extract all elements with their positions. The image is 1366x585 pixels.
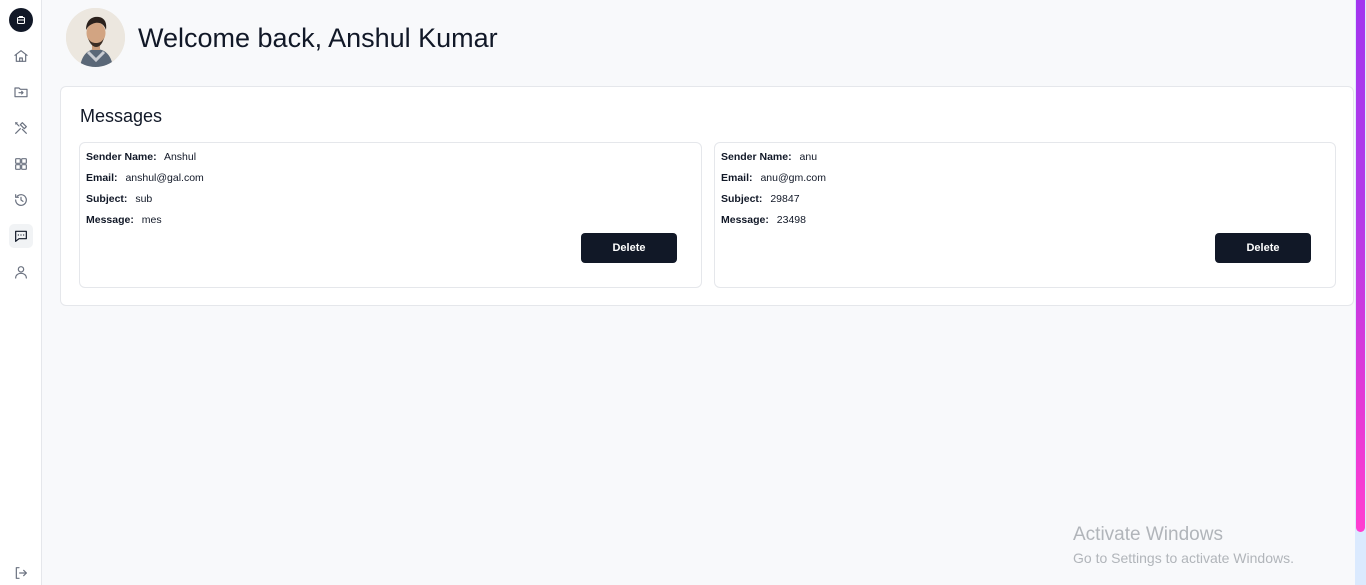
subject-value: sub	[135, 193, 153, 205]
activation-watermark: Activate Windows Go to Settings to activ…	[1073, 524, 1294, 566]
subject-row: Subject: sub	[86, 193, 152, 205]
sender-label: Sender Name:	[86, 151, 157, 163]
profile-photo	[66, 8, 125, 67]
brand-logo-icon[interactable]	[9, 8, 33, 32]
sidebar	[0, 0, 42, 585]
sender-row: Sender Name: Anshul	[86, 151, 196, 163]
email-label: Email:	[721, 172, 753, 184]
subject-row: Subject: 29847	[721, 193, 800, 205]
logout-icon	[15, 567, 27, 579]
scrollbar-thumb[interactable]	[1356, 0, 1365, 532]
subject-label: Subject:	[721, 193, 763, 205]
sidebar-item-projects[interactable]	[9, 80, 33, 104]
delete-button[interactable]: Delete	[1215, 233, 1311, 263]
sidebar-item-dashboard[interactable]	[9, 152, 33, 176]
home-icon	[14, 50, 28, 62]
message-icon	[15, 230, 27, 242]
message-value: mes	[141, 214, 162, 226]
email-row: Email: anshul@gal.com	[86, 172, 204, 184]
welcome-heading: Welcome back, Anshul Kumar	[138, 23, 498, 53]
folder-icon	[14, 87, 28, 98]
email-value: anshul@gal.com	[125, 172, 204, 184]
watermark-title: Activate Windows	[1073, 524, 1223, 545]
messages-panel: Messages Sender Name: Anshul Email: ansh…	[60, 86, 1354, 306]
message-row: Message: mes	[86, 214, 162, 226]
logout-button[interactable]	[9, 561, 33, 585]
sender-label: Sender Name:	[721, 151, 792, 163]
message-value: 23498	[776, 214, 806, 226]
sidebar-item-messages[interactable]	[9, 224, 33, 248]
message-label: Message:	[86, 214, 134, 226]
sidebar-item-profile[interactable]	[9, 260, 33, 284]
sidebar-item-home[interactable]	[9, 44, 33, 68]
email-row: Email: anu@gm.com	[721, 172, 826, 184]
subject-label: Subject:	[86, 193, 128, 205]
sidebar-item-history[interactable]	[9, 188, 33, 212]
subject-value: 29847	[770, 193, 800, 205]
email-label: Email:	[86, 172, 118, 184]
user-icon	[15, 266, 27, 279]
sidebar-item-tools[interactable]	[9, 116, 33, 140]
history-icon	[15, 194, 27, 206]
grid-icon	[15, 158, 27, 170]
message-row: Message: 23498	[721, 214, 806, 226]
message-card: Sender Name: anu Email: anu@gm.com Subje…	[714, 142, 1336, 288]
delete-button[interactable]: Delete	[581, 233, 677, 263]
sender-value: Anshul	[163, 151, 197, 163]
sender-value: anu	[799, 151, 818, 163]
email-value: anu@gm.com	[760, 172, 826, 184]
message-label: Message:	[721, 214, 769, 226]
scrollbar[interactable]	[1355, 0, 1366, 585]
message-card: Sender Name: Anshul Email: anshul@gal.co…	[79, 142, 702, 288]
watermark-subtitle: Go to Settings to activate Windows.	[1073, 550, 1294, 566]
tools-icon	[15, 122, 27, 134]
messages-title: Messages	[80, 106, 163, 126]
sender-row: Sender Name: anu	[721, 151, 817, 163]
avatar[interactable]	[66, 8, 125, 67]
